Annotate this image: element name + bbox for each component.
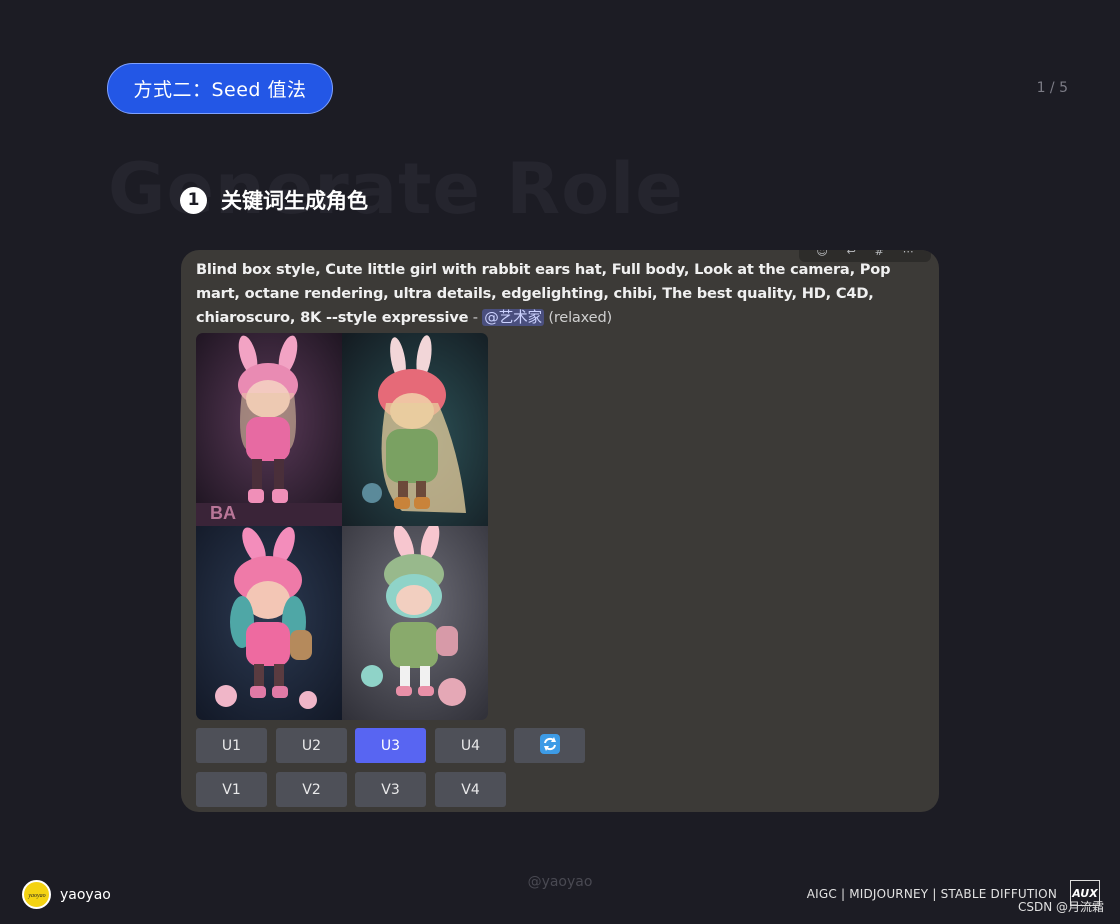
variation-button-4[interactable]: V4 [435,772,506,807]
avatar-logo-icon: yaoyao [27,887,46,902]
upscale-button-1[interactable]: U1 [196,728,267,763]
prompt-separator: - [468,309,483,326]
upscale-button-4[interactable]: U4 [435,728,506,763]
section-pill: 方式二：Seed 值法 [107,63,333,114]
section-pill-label: 方式二：Seed 值法 [133,79,307,101]
step-heading: 1 关键词生成角色 [180,185,368,215]
author-avatar: yaoyao [22,880,51,909]
upscale-button-2[interactable]: U2 [276,728,347,763]
grid-image-4[interactable] [342,526,488,720]
step-number-badge: 1 [180,186,207,214]
refresh-icon [539,733,561,759]
page-number: 1 / 5 [1036,80,1068,96]
user-mention[interactable]: @艺术家 [482,309,544,326]
discord-message-card: ☺ ↩ # ⋯ Blind box style, Cute little gir… [181,250,939,812]
prompt-text: Blind box style, Cute little girl with r… [196,258,936,330]
reply-icon[interactable]: ↩ [847,250,856,258]
prompt-bold: Blind box style, Cute little girl with r… [196,261,891,326]
image-grid[interactable]: BA [196,333,488,720]
variation-button-2[interactable]: V2 [276,772,347,807]
reaction-icon[interactable]: ☺ [816,250,827,258]
grid-image-2[interactable] [342,333,488,526]
job-status: (relaxed) [548,309,613,326]
author-name: yaoyao [60,886,111,903]
variation-button-1[interactable]: V1 [196,772,267,807]
svg-text:yaoyao: yaoyao [27,893,45,899]
csdn-watermark: CSDN @月流霜 [1017,900,1104,914]
thread-icon[interactable]: # [875,250,884,258]
svg-text:BA: BA [210,503,236,523]
step-label: 关键词生成角色 [221,189,368,213]
grid-image-3[interactable] [196,526,342,720]
upscale-button-3[interactable]: U3 [355,728,426,763]
variation-button-3[interactable]: V3 [355,772,426,807]
more-icon[interactable]: ⋯ [903,250,914,258]
reroll-button[interactable] [514,728,585,763]
author-block: yaoyao yaoyao [22,880,111,909]
grid-image-1[interactable]: BA [196,333,342,526]
